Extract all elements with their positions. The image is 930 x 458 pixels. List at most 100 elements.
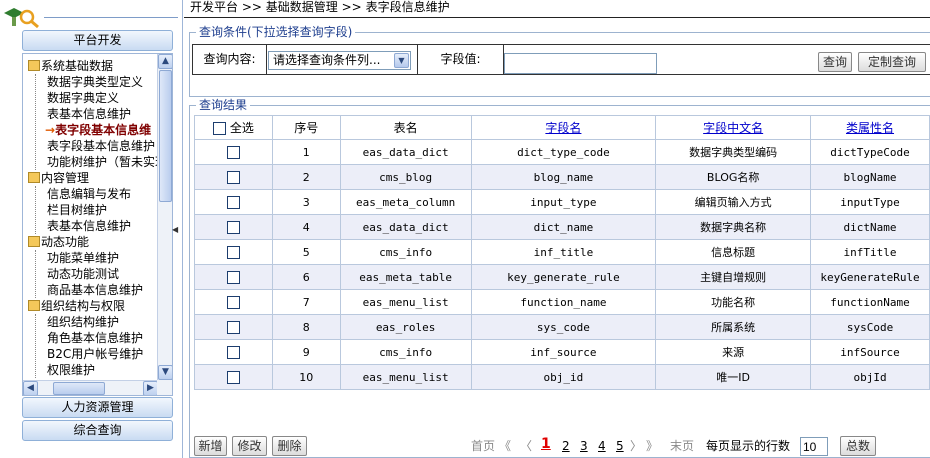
col-header-index: 序号 (271, 115, 341, 140)
scroll-left-icon[interactable]: ◀ (23, 381, 38, 395)
table-row[interactable]: 7 eas_menu_list function_name 功能名称 functionN… (194, 289, 930, 315)
row-checkbox[interactable] (226, 195, 240, 209)
table-row[interactable]: 6 eas_meta_table key_generate_rule 主键自增规则 ke… (194, 264, 930, 290)
tree-item-goods-info[interactable]: 商品基本信息维护 (47, 282, 143, 298)
tree-item-role-info[interactable]: 角色基本信息维护 (47, 330, 143, 346)
next-more-icon[interactable]: 》 (646, 439, 658, 453)
vertical-scroll-thumb[interactable] (159, 70, 172, 202)
row-checkbox[interactable] (226, 270, 240, 284)
row-select-cell[interactable] (194, 214, 273, 240)
results-table: 全选 序号 表名 字段名 字段中文名 类属性名 1 eas_data_dict di… (194, 115, 930, 390)
tree-item-b2c-account[interactable]: B2C用户帐号维护 (47, 346, 143, 362)
tree-item-func-test[interactable]: 动态功能测试 (47, 266, 119, 282)
row-checkbox[interactable] (226, 370, 240, 384)
tree-item-org-struct[interactable]: 组织结构维护 (47, 314, 119, 330)
collapse-left-icon[interactable]: ◀ (172, 225, 178, 234)
row-select-cell[interactable] (194, 364, 273, 390)
tree-item-table-info[interactable]: 表基本信息维护 (47, 106, 131, 122)
tree-horizontal-scrollbar[interactable]: ◀ ▶ (23, 380, 158, 395)
query-field-select[interactable]: 请选择查询条件列... ▼ (268, 51, 411, 70)
row-checkbox[interactable] (226, 170, 240, 184)
add-button[interactable]: 新增 (194, 436, 227, 456)
row-checkbox[interactable] (226, 220, 240, 234)
cell-field-name: sys_code (470, 314, 657, 340)
tree-item-func-menu[interactable]: 功能菜单维护 (47, 250, 119, 266)
total-button[interactable]: 总数 (840, 436, 876, 456)
row-checkbox[interactable] (226, 145, 240, 159)
next-page-icon[interactable]: 〉 (630, 439, 642, 453)
tree-item-permission[interactable]: 权限维护 (47, 362, 95, 378)
col-header-field-name[interactable]: 字段名 (470, 115, 657, 140)
scroll-down-icon[interactable]: ▼ (158, 365, 172, 380)
row-checkbox[interactable] (226, 295, 240, 309)
breadcrumb-level2[interactable]: 基础数据管理 (266, 0, 338, 14)
row-checkbox[interactable] (226, 320, 240, 334)
table-row[interactable]: 5 cms_info inf_title 信息标题 infTitle (194, 239, 930, 265)
cell-field-name: blog_name (470, 164, 657, 190)
field-value-input[interactable] (504, 53, 657, 74)
tree-item-dict-type[interactable]: 数据字典类型定义 (47, 74, 143, 90)
page-link-5[interactable]: 5 (616, 439, 624, 453)
tree-item-column-tree[interactable]: 栏目树维护 (47, 202, 107, 218)
row-select-cell[interactable] (194, 164, 273, 190)
arrow-right-icon: → (45, 123, 56, 137)
accordion-query[interactable]: 综合查询 (22, 420, 173, 441)
search-button[interactable]: 查询 (818, 52, 852, 72)
scroll-right-icon[interactable]: ▶ (143, 381, 158, 395)
row-select-cell[interactable] (194, 139, 273, 165)
row-select-cell[interactable] (194, 239, 273, 265)
col-header-class-attr[interactable]: 类属性名 (810, 115, 930, 140)
custom-query-button[interactable]: 定制查询 (858, 52, 926, 72)
table-row[interactable]: 9 cms_info inf_source 来源 infSource (194, 339, 930, 365)
last-page-link[interactable]: 末页 (670, 439, 694, 453)
row-checkbox[interactable] (226, 345, 240, 359)
accordion-hr[interactable]: 人力资源管理 (22, 397, 173, 418)
table-row[interactable]: 4 eas_data_dict dict_name 数据字典名称 dictName (194, 214, 930, 240)
row-checkbox[interactable] (226, 245, 240, 259)
select-all-header[interactable]: 全选 (194, 115, 273, 140)
field-value-label: 字段值: (417, 45, 504, 74)
table-row[interactable]: 2 cms_blog blog_name BLOG名称 blogName (194, 164, 930, 190)
scroll-up-icon[interactable]: ▲ (158, 54, 172, 69)
page-link-4[interactable]: 4 (598, 439, 606, 453)
col-header-field-cn-name[interactable]: 字段中文名 (655, 115, 812, 140)
tree-item-table-info-2[interactable]: 表基本信息维护 (47, 218, 131, 234)
page-link-3[interactable]: 3 (580, 439, 588, 453)
row-select-cell[interactable] (194, 314, 273, 340)
tree-group-dynamic[interactable]: 动态功能 (28, 234, 89, 250)
select-all-checkbox[interactable] (213, 122, 226, 135)
tree-item-function-tree[interactable]: 功能树维护（暂未实现 (47, 154, 158, 170)
cell-field-name: obj_id (470, 364, 657, 390)
accordion-platform-dev[interactable]: 平台开发 (22, 30, 173, 51)
page-link-2[interactable]: 2 (562, 439, 570, 453)
chevron-down-icon[interactable]: ▼ (394, 53, 409, 68)
delete-button[interactable]: 删除 (272, 436, 307, 456)
tree-item-field-info-selected[interactable]: →表字段基本信息维 (45, 122, 151, 138)
tree-group-system-data[interactable]: 系统基础数据 (28, 58, 113, 74)
page-size-input[interactable] (800, 437, 828, 456)
tree-group-org[interactable]: 组织结构与权限 (28, 298, 125, 314)
table-row[interactable]: 3 eas_meta_column input_type 编辑页输入方式 inputTy… (194, 189, 930, 215)
folder-icon (28, 236, 40, 247)
tree-vertical-scrollbar[interactable]: ▲ ▼ (157, 54, 172, 380)
tree-item-info-edit[interactable]: 信息编辑与发布 (47, 186, 131, 202)
table-row[interactable]: 1 eas_data_dict dict_type_code 数据字典类型编码 dict… (194, 139, 930, 165)
page-link-1[interactable]: 1 (541, 437, 551, 451)
tree-item-field-info[interactable]: 表字段基本信息维护 (47, 138, 155, 154)
cell-field-name: input_type (470, 189, 657, 215)
row-select-cell[interactable] (194, 289, 273, 315)
tree-item-dict[interactable]: 数据字典定义 (47, 90, 119, 106)
table-row[interactable]: 8 eas_roles sys_code 所属系统 sysCode (194, 314, 930, 340)
breadcrumb-root[interactable]: 开发平台 (190, 0, 238, 14)
edit-button[interactable]: 修改 (232, 436, 267, 456)
row-select-cell[interactable] (194, 339, 273, 365)
tree-group-content[interactable]: 内容管理 (28, 170, 89, 186)
prev-more-icon[interactable]: 《 (499, 439, 511, 453)
row-select-cell[interactable] (194, 264, 273, 290)
horizontal-scroll-thumb[interactable] (53, 382, 105, 395)
cell-table-name: eas_menu_list (339, 289, 472, 315)
row-select-cell[interactable] (194, 189, 273, 215)
table-row[interactable]: 10 eas_menu_list obj_id 唯一ID objId (194, 364, 930, 390)
prev-page-icon[interactable]: 〈 (520, 439, 532, 453)
first-page-link[interactable]: 首页 (471, 439, 495, 453)
